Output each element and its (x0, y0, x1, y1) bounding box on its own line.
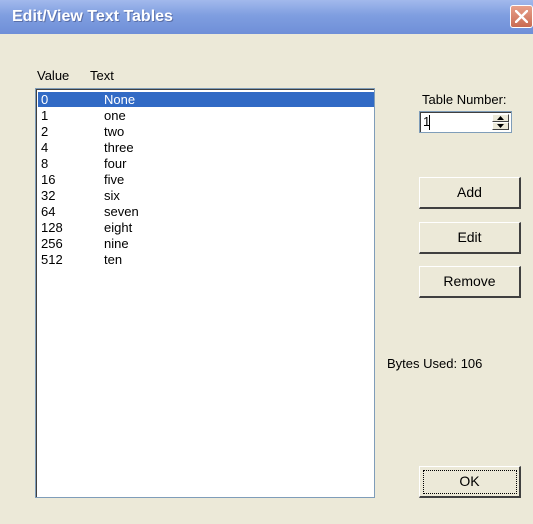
list-item-text: nine (104, 236, 129, 251)
list-item[interactable]: 0 None (38, 92, 374, 107)
add-button[interactable]: Add (419, 177, 521, 209)
list-item-text: ten (104, 252, 123, 267)
spinner-buttons (492, 114, 509, 130)
list-item-value: 16 (41, 172, 56, 187)
table-number-label: Table Number: (422, 92, 507, 107)
table-number-spinner[interactable]: 1 (419, 111, 512, 133)
list-item[interactable]: 4 three (38, 140, 374, 155)
remove-button[interactable]: Remove (419, 266, 521, 298)
ok-button[interactable]: OK (419, 466, 521, 498)
list-item-value: 1 (41, 108, 49, 123)
close-button[interactable] (510, 5, 533, 28)
list-item-text: None (104, 92, 136, 107)
list-item-text: eight (104, 220, 133, 235)
list-item[interactable]: 1 one (38, 108, 374, 123)
list-item-value: 128 (41, 220, 63, 235)
list-item-text: seven (104, 204, 139, 219)
list-item[interactable]: 64 seven (38, 204, 374, 219)
list-item-text: four (104, 156, 127, 171)
list-item-value: 64 (41, 204, 56, 219)
list-item-text: five (104, 172, 125, 187)
text-table-list[interactable]: 0 None 1 one 2 two 4 three 8 four 16 five 32 six 64 sev… (35, 88, 375, 498)
column-header-text: Text (90, 68, 114, 83)
list-item[interactable]: 8 four (38, 156, 374, 171)
window-title: Edit/View Text Tables (12, 8, 173, 25)
list-item-value: 4 (41, 140, 49, 155)
title-bar[interactable]: Edit/View Text Tables (0, 0, 533, 34)
list-item-text: one (104, 108, 126, 123)
list-item-value: 0 (41, 92, 49, 107)
list-item-text: two (104, 124, 125, 139)
close-icon (515, 10, 528, 23)
list-item[interactable]: 256 nine (38, 236, 374, 251)
spin-up-arrow-icon (497, 116, 504, 120)
list-item-value: 512 (41, 252, 63, 267)
bytes-used-label: Bytes Used: 106 (387, 356, 483, 371)
text-caret (429, 115, 430, 130)
list-item[interactable]: 32 six (38, 188, 374, 203)
list-item-text: three (104, 140, 134, 155)
spin-up-button[interactable] (492, 114, 509, 122)
list-item-text: six (104, 188, 120, 203)
list-item-value: 32 (41, 188, 56, 203)
list-item-value: 256 (41, 236, 63, 251)
list-item[interactable]: 128 eight (38, 220, 374, 235)
spin-down-arrow-icon (497, 124, 504, 128)
list-item-value: 8 (41, 156, 49, 171)
list-item[interactable]: 2 two (38, 124, 374, 139)
dialog-window: Edit/View Text Tables Value Text 0 None 1 o… (0, 0, 533, 524)
list-item[interactable]: 512 ten (38, 252, 374, 267)
column-header-value: Value (37, 68, 70, 83)
list-item-value: 2 (41, 124, 49, 139)
list-item[interactable]: 16 five (38, 172, 374, 187)
spin-down-button[interactable] (492, 122, 509, 130)
edit-button[interactable]: Edit (419, 222, 521, 254)
